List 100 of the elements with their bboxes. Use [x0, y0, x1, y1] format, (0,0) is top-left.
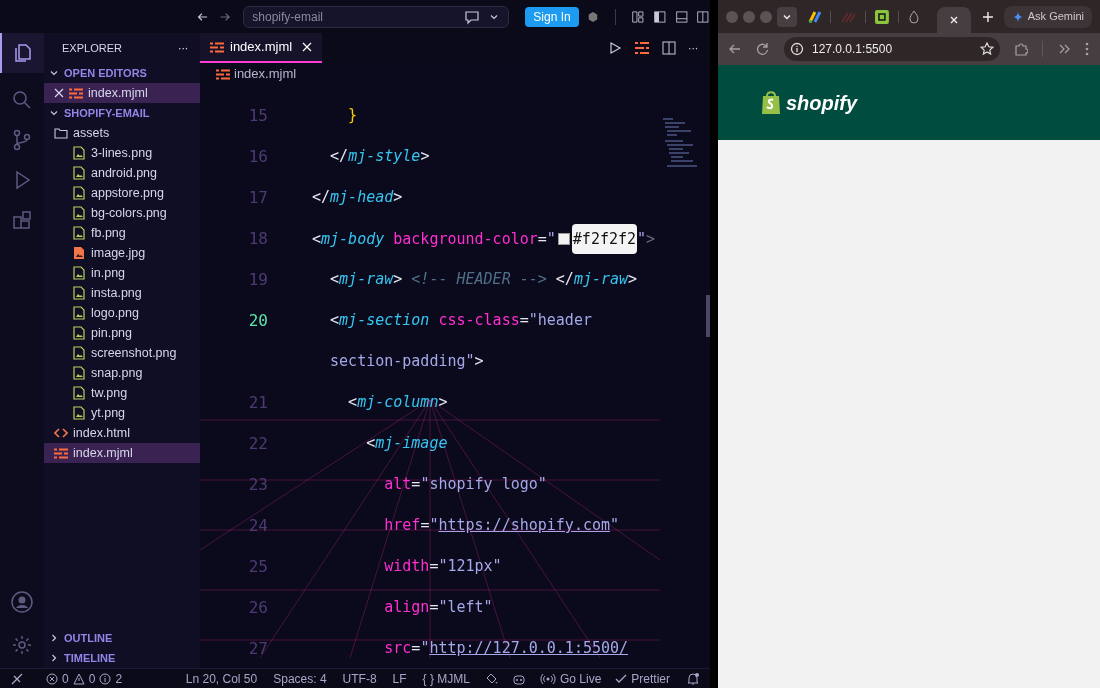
file-item[interactable]: bg-colors.png [44, 203, 200, 223]
file-item[interactable]: image.jpg [44, 243, 200, 263]
remote-icon[interactable] [10, 671, 24, 686]
file-item[interactable]: 3-lines.png [44, 143, 200, 163]
status-item[interactable]: { } MJML [422, 669, 470, 688]
line-number: 27 [247, 637, 268, 660]
extensions-icon[interactable] [11, 209, 33, 231]
run-icon[interactable] [607, 41, 622, 55]
status-item[interactable]: Ln 20, Col 50 [185, 669, 258, 688]
file-item[interactable]: index.mjml [44, 83, 200, 103]
source-control-icon[interactable] [11, 129, 33, 151]
breadcrumb[interactable]: index.mjml [234, 64, 297, 84]
file-item[interactable]: logo.png [44, 303, 200, 323]
more-actions-button[interactable]: ··· [687, 39, 698, 57]
menu-icon[interactable] [1085, 42, 1089, 56]
line-number: 25 [247, 555, 268, 578]
line-number: 26 [247, 596, 268, 619]
section-header[interactable]: OPEN EDITORS [44, 63, 200, 83]
settings-icon[interactable] [11, 634, 33, 656]
section-header[interactable]: OUTLINE [44, 628, 200, 648]
file-item[interactable]: android.png [44, 163, 200, 183]
code-file-icon [54, 427, 68, 439]
command-search-field[interactable]: shopify-email [243, 5, 510, 28]
image-file-icon [72, 286, 86, 300]
file-item[interactable]: pin.png [44, 323, 200, 343]
split-editor-icon[interactable] [661, 41, 676, 55]
logo-text[interactable]: shopify [786, 87, 858, 118]
image-file-icon [72, 166, 86, 180]
file-item[interactable]: index.html [44, 423, 200, 443]
scrollbar-thumb[interactable] [706, 295, 710, 337]
code-line: src="http://127.0.0.1:5500/ [383, 638, 629, 660]
image-file-icon [72, 146, 86, 160]
account-icon[interactable] [10, 590, 34, 614]
drop-icon[interactable] [908, 9, 921, 24]
panel-toggle-icon[interactable] [674, 8, 689, 25]
search-icon[interactable] [11, 89, 33, 111]
code-line: </mj-style> [329, 146, 430, 168]
file-item[interactable]: tw.png [44, 383, 200, 403]
code-line: width="121px" [383, 556, 502, 578]
tab-list-icon[interactable] [776, 6, 797, 27]
code-line: </mj-head> [312, 187, 403, 209]
chevron-icon[interactable] [48, 68, 60, 78]
file-item[interactable]: assets [44, 123, 200, 143]
split-layout-icon[interactable] [696, 8, 710, 25]
go-live-button[interactable]: Go Live [539, 669, 602, 688]
line-number: 23 [247, 473, 268, 496]
new-tab-icon[interactable] [981, 10, 994, 23]
file-item[interactable]: snap.png [44, 363, 200, 383]
file-item[interactable]: in.png [44, 263, 200, 283]
file-item[interactable]: appstore.png [44, 183, 200, 203]
image-file-icon [72, 266, 86, 280]
close-icon[interactable] [54, 88, 64, 98]
code-line: <mj-raw> <!-- HEADER --> </mj-raw> [329, 269, 638, 291]
address-bar[interactable]: 127.0.0.1:5500 [784, 37, 1000, 61]
ask-gemini-button[interactable]: Ask Gemini [1003, 5, 1092, 28]
file-item[interactable]: yt.png [44, 403, 200, 423]
active-tab[interactable] [937, 7, 971, 33]
tab-favicon-icon[interactable] [807, 9, 822, 24]
mjml-file-icon [54, 447, 68, 459]
folder-icon [54, 127, 68, 139]
code-line: align="left" [383, 597, 493, 619]
file-item[interactable]: index.mjml [44, 443, 200, 463]
code-line: <mj-body background-color=" #f2f2f2"> [312, 223, 656, 254]
line-number: 20 [247, 309, 268, 332]
line-number: 16 [247, 145, 268, 168]
mjml-preview-icon[interactable] [633, 41, 650, 55]
notifications-icon[interactable] [686, 671, 700, 686]
file-item[interactable]: screenshot.png [44, 343, 200, 363]
chat-icon[interactable] [464, 8, 481, 25]
file-item[interactable]: fb.png [44, 223, 200, 243]
editor-tab[interactable]: index.mjml [200, 33, 323, 63]
chevron-icon[interactable] [48, 108, 60, 118]
line-number: 18 [247, 227, 268, 250]
file-item[interactable]: insta.png [44, 283, 200, 303]
section-header[interactable]: TIMELINE [44, 648, 200, 668]
layout-icon[interactable] [631, 8, 646, 25]
prettier-button[interactable]: Prettier [615, 669, 670, 688]
problems-indicator[interactable]: 0 0 2 [46, 669, 123, 688]
back-icon[interactable] [728, 42, 742, 56]
status-item[interactable]: Spaces: 4 [273, 669, 327, 688]
line-number: 19 [247, 268, 268, 291]
sidebar-toggle-icon[interactable] [653, 8, 667, 25]
site-info-icon[interactable] [790, 42, 804, 56]
status-item[interactable]: UTF-8 [342, 669, 377, 688]
chevrons-right-icon[interactable] [1057, 42, 1071, 56]
check-icon [615, 672, 628, 685]
shopping-bag-icon[interactable] [760, 89, 782, 116]
status-item[interactable]: LF [392, 669, 407, 688]
reload-icon[interactable] [756, 42, 770, 56]
bookmark-star-icon[interactable] [980, 42, 994, 56]
image-file-icon [72, 386, 86, 400]
image-file-icon [72, 366, 86, 380]
close-icon[interactable] [949, 15, 959, 25]
explorer-activity-icon[interactable] [0, 33, 44, 73]
line-number: 21 [247, 391, 268, 414]
extensions-icon[interactable] [1014, 42, 1028, 56]
more-actions-button[interactable]: ··· [177, 39, 188, 57]
tab-favicon-icon[interactable] [875, 9, 890, 24]
section-header[interactable]: SHOPIFY-EMAIL [44, 103, 200, 123]
mjml-file-icon [69, 87, 83, 99]
